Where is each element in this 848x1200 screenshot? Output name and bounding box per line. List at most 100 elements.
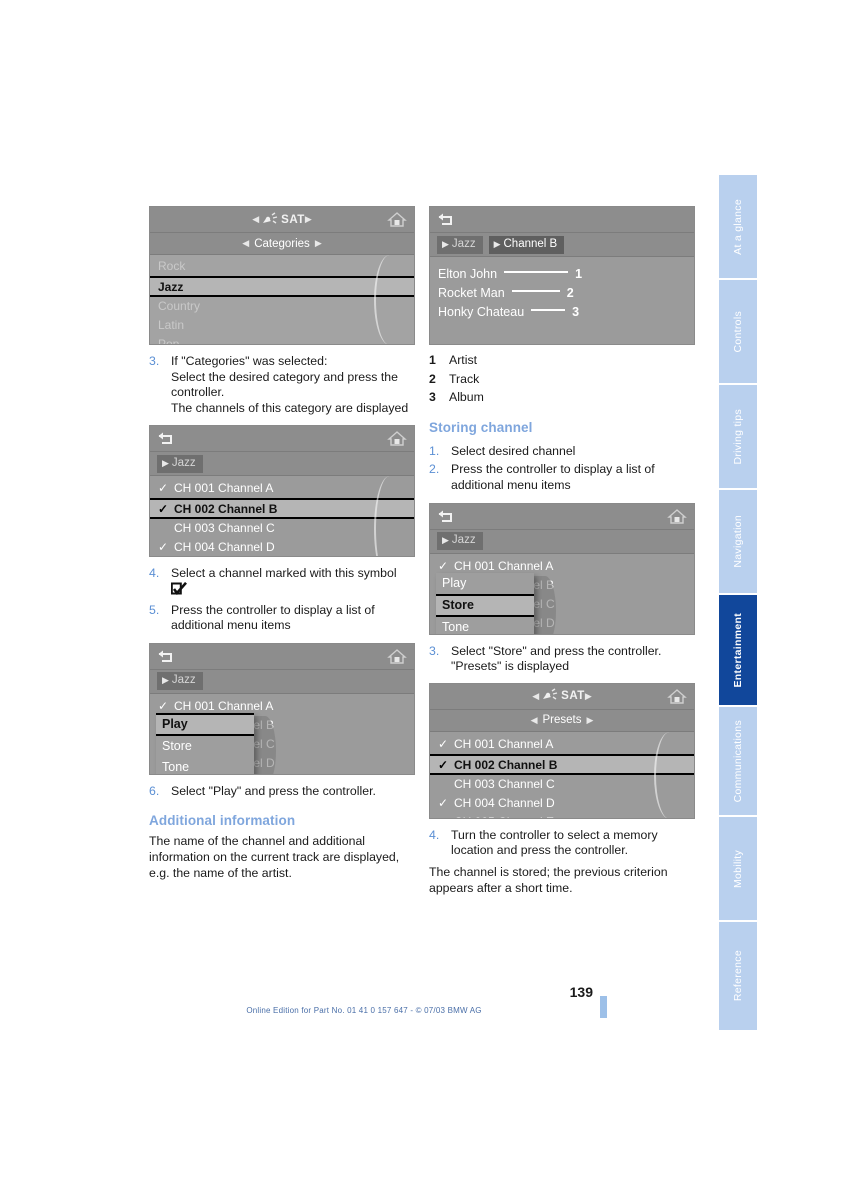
step-6: 6. Select "Play" and press the controlle… — [149, 784, 415, 800]
track-info-line: Rocket Man 2 — [438, 283, 694, 302]
back-icon[interactable] — [437, 509, 455, 524]
list-item[interactable]: ✓ CH 004 Channel D — [430, 794, 694, 813]
back-icon[interactable] — [437, 212, 455, 227]
screen-subtitle: ◀ Presets ▶ — [430, 709, 694, 732]
breadcrumb-label: Jazz — [171, 674, 196, 687]
context-menu-item[interactable]: Play — [156, 712, 254, 736]
step-4: 4. Select a channel marked with this sym… — [149, 566, 415, 599]
list-item-label: CH 004 Channel D — [174, 540, 275, 555]
screen-header — [150, 426, 414, 453]
checkmark-icon: ✓ — [158, 540, 169, 555]
track-info: Elton John 1 Rocket Man 2 Honky Chateau 3 — [430, 257, 694, 344]
step-text: Turn the controller to select a memory l… — [451, 827, 658, 858]
back-icon[interactable] — [157, 649, 175, 664]
callout-leader-line — [531, 308, 566, 311]
index-tab-at-a-glance[interactable]: At a glance — [719, 175, 757, 280]
step-4: 4. Turn the controller to select a memor… — [429, 828, 695, 859]
step-body: Press the controller to display a list o… — [171, 603, 415, 634]
list-item[interactable]: Jazz — [150, 276, 414, 297]
breadcrumb-item[interactable]: ▶ Channel B — [488, 235, 565, 254]
breadcrumb: ▶ Jazz — [150, 452, 414, 477]
channel-rows: ✓CH 001 Channel A CH 002 Channel B CH 00… — [430, 553, 694, 634]
list-item[interactable]: ✓ CH 002 Channel B — [430, 753, 694, 775]
step-3: 3. Select "Store" and press the controll… — [429, 644, 695, 675]
list-item-label: Jazz — [158, 280, 184, 294]
legend-number: 2 — [429, 371, 436, 386]
screen-title: SAT — [561, 690, 585, 702]
list-item[interactable]: ✓ CH 001 Channel A — [430, 735, 694, 754]
list-item[interactable]: ✓ CH 002 Channel B — [150, 498, 414, 520]
index-tab-reference[interactable]: Reference — [719, 922, 757, 1032]
index-tab-driving-tips[interactable]: Driving tips — [719, 385, 757, 490]
index-tab-label: Driving tips — [732, 408, 744, 465]
index-tab-controls[interactable]: Controls — [719, 280, 757, 385]
prev-arrow-icon[interactable]: ◀ — [252, 214, 259, 225]
checkmark-placeholder — [438, 775, 454, 794]
callout-legend: 1 Artist 2 Track 3 Album — [429, 353, 695, 406]
step-number: 4. — [429, 827, 440, 842]
step-text: Select a channel marked with this symbol — [171, 566, 397, 581]
screen-header — [430, 207, 694, 233]
list-item[interactable]: ✓ CH 001 Channel A — [150, 479, 414, 498]
next-arrow-icon[interactable]: ▶ — [585, 691, 592, 702]
list-item[interactable]: CH 003 Channel C — [150, 519, 414, 538]
track-info-label: Rocket Man — [438, 285, 505, 300]
list-item[interactable]: ✓ CH 004 Channel D — [150, 538, 414, 556]
home-icon[interactable] — [386, 648, 408, 666]
index-tab-entertainment[interactable]: Entertainment — [719, 595, 757, 707]
context-menu-item[interactable]: Tone — [156, 757, 254, 774]
context-menu-item[interactable]: Store — [436, 593, 534, 617]
step-number: 3. — [429, 643, 440, 658]
context-menu: Play Store Tone — [436, 572, 534, 634]
list-item-label: CH 003 Channel C — [454, 776, 555, 791]
page-number: 139 — [569, 984, 593, 1000]
breadcrumb-arrow-icon: ▶ — [493, 238, 501, 249]
step-body: If "Categories" was selected: Select the… — [171, 354, 415, 416]
index-tab-mobility[interactable]: Mobility — [719, 817, 757, 922]
breadcrumb-label: Jazz — [451, 534, 476, 547]
context-menu-item[interactable]: Tone — [436, 617, 534, 634]
step-1: 1. Select desired channel — [429, 444, 695, 460]
home-icon[interactable] — [386, 430, 408, 448]
index-tab-label: At a glance — [732, 198, 744, 255]
callout-number: 3 — [572, 304, 580, 319]
home-icon[interactable] — [666, 688, 688, 706]
home-icon[interactable] — [386, 211, 408, 229]
index-tab-strip: At a glance Controls Driving tips Navigatio… — [719, 175, 757, 1032]
track-info-label: Honky Chateau — [438, 304, 525, 319]
right-steps-3: 4. Turn the controller to select a memor… — [429, 828, 695, 859]
checkmark-icon: ✓ — [438, 795, 449, 810]
step-number: 6. — [149, 783, 160, 798]
screen-title-text: SAT — [281, 213, 305, 226]
screen-subtitle-text: Presets — [542, 714, 582, 727]
legend-item: 3 Album — [429, 390, 695, 406]
channel-rows: ✓CH 001 Channel A CH 002 Channel B CH 00… — [150, 693, 414, 774]
checkbox-symbol-icon — [170, 581, 187, 600]
context-menu-item[interactable]: Store — [156, 736, 254, 757]
list-item[interactable]: Latin — [150, 316, 414, 335]
back-icon[interactable] — [157, 431, 175, 446]
next-arrow-icon[interactable]: ▶ — [305, 214, 312, 225]
list-item-label: CH 001 Channel A — [174, 698, 274, 713]
breadcrumb-arrow-icon: ▶ — [442, 238, 449, 249]
track-info-line: Honky Chateau 3 — [438, 302, 694, 321]
screen-channel-list: ▶ Jazz ✓ CH 001 Channel A ✓ CH 002 Channel B… — [149, 425, 415, 558]
list-item[interactable]: Rock — [150, 257, 414, 276]
screen-header — [430, 503, 694, 530]
context-menu-item[interactable]: Play — [436, 573, 534, 594]
home-icon[interactable] — [666, 508, 688, 526]
prev-arrow-icon[interactable]: ◀ — [532, 691, 539, 702]
breadcrumb-item[interactable]: ▶ Jazz — [157, 672, 203, 691]
index-tab-navigation[interactable]: Navigation — [719, 490, 757, 595]
breadcrumb-item[interactable]: ▶ Jazz — [437, 235, 483, 254]
breadcrumb-item[interactable]: ▶ Jazz — [437, 532, 483, 551]
list-item[interactable]: CH 005 Channel E — [430, 813, 694, 818]
step-3: 3. If "Categories" was selected: Select … — [149, 354, 415, 416]
index-tab-communications[interactable]: Communications — [719, 707, 757, 817]
list-item[interactable]: Country — [150, 297, 414, 316]
satellite-icon — [259, 211, 281, 228]
closing-text: The channel is stored; the previous crit… — [429, 864, 668, 895]
list-item[interactable]: Pop — [150, 335, 414, 344]
breadcrumb-item[interactable]: ▶ Jazz — [157, 454, 203, 473]
list-item[interactable]: CH 003 Channel C — [430, 775, 694, 794]
